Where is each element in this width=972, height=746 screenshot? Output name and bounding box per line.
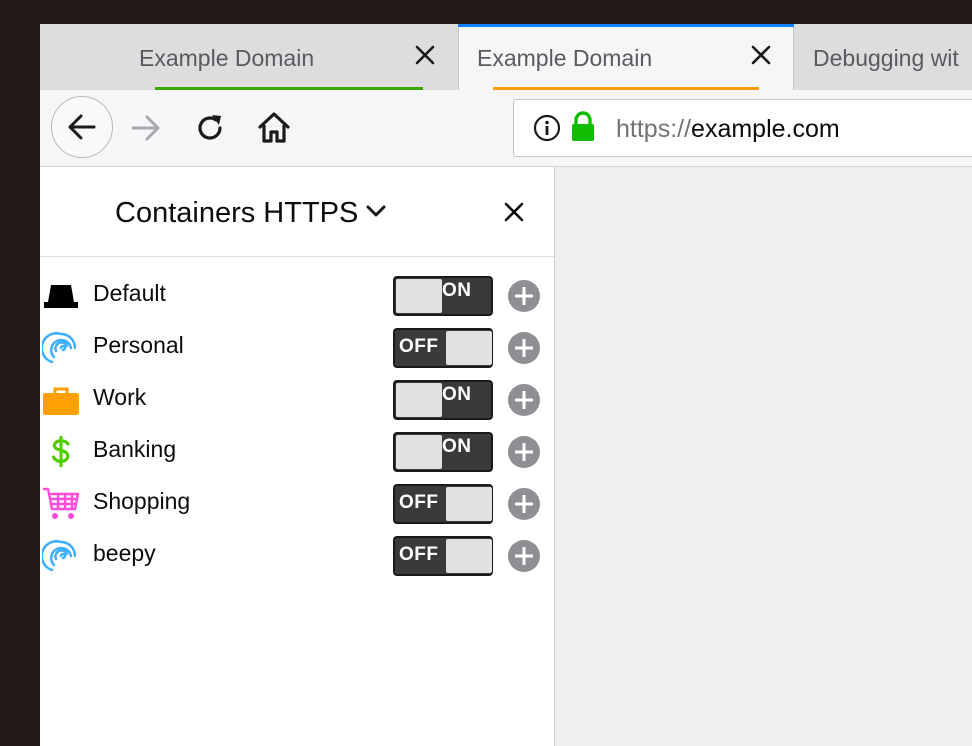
container-name: beepy <box>93 540 156 566</box>
tab-example-domain-1[interactable]: Example Domain <box>40 24 458 90</box>
add-button[interactable] <box>508 488 540 520</box>
container-row-shopping: Shopping OFF <box>40 477 554 529</box>
cart-icon <box>43 487 80 519</box>
add-button[interactable] <box>508 540 540 572</box>
add-button[interactable] <box>508 280 540 312</box>
container-name: Banking <box>93 436 177 462</box>
url-text[interactable]: https://example.com <box>616 115 840 144</box>
add-button[interactable] <box>508 436 540 468</box>
container-row-personal: Personal OFF <box>40 321 554 373</box>
sidebar-panel: Containers HTTPS Default ON Personal OFF… <box>40 167 555 746</box>
toggle-label: ON <box>442 436 472 457</box>
toggle-label: OFF <box>399 544 439 565</box>
toggle-label: OFF <box>399 336 439 357</box>
tab-debugging[interactable]: Debugging wit <box>794 24 972 90</box>
container-row-work: Work ON <box>40 373 554 425</box>
tab-title: Debugging wit <box>813 45 959 71</box>
container-toggle[interactable]: ON <box>393 432 493 472</box>
active-tab-highlight <box>458 24 794 27</box>
back-button[interactable] <box>51 96 113 158</box>
toggle-knob <box>396 435 442 469</box>
container-row-banking: Banking ON <box>40 425 554 477</box>
lock-icon[interactable] <box>569 111 597 143</box>
forward-arrow-icon <box>131 115 160 141</box>
reload-icon <box>198 115 222 140</box>
tab-title: Example Domain <box>139 45 315 71</box>
chevron-down-icon[interactable] <box>365 203 387 219</box>
container-toggle[interactable]: ON <box>393 276 493 316</box>
navigation-toolbar: https://example.com <box>40 90 972 167</box>
toggle-knob <box>396 279 442 313</box>
toggle-knob <box>446 539 492 573</box>
forward-button[interactable] <box>126 108 166 148</box>
close-icon[interactable] <box>412 42 438 68</box>
back-arrow-icon <box>68 114 96 140</box>
info-icon[interactable] <box>533 114 561 142</box>
toggle-knob <box>396 383 442 417</box>
fingerprint-icon <box>42 332 77 364</box>
briefcase-icon <box>43 387 79 415</box>
url-host: example.com <box>691 115 840 143</box>
close-icon[interactable] <box>502 200 526 224</box>
container-toggle[interactable]: OFF <box>393 328 493 368</box>
hat-icon <box>44 285 78 308</box>
close-icon[interactable] <box>748 42 774 68</box>
home-icon <box>258 112 290 143</box>
toggle-knob <box>446 331 492 365</box>
fingerprint-icon <box>42 540 77 572</box>
url-bar[interactable]: https://example.com <box>513 99 972 157</box>
container-toggle[interactable]: OFF <box>393 536 493 576</box>
toggle-label: ON <box>442 384 472 405</box>
browser-window: Example Domain Example Domain Debugging … <box>40 24 972 746</box>
tab-title: Example Domain <box>477 45 653 71</box>
container-name: Work <box>93 384 147 410</box>
add-button[interactable] <box>508 384 540 416</box>
toggle-label: ON <box>442 280 472 301</box>
container-name: Shopping <box>93 488 191 514</box>
sidebar-title[interactable]: Containers HTTPS <box>115 197 358 230</box>
reload-button[interactable] <box>190 108 230 148</box>
container-row-beepy: beepy OFF <box>40 529 554 581</box>
page-content-area <box>555 167 972 746</box>
tab-example-domain-2[interactable]: Example Domain <box>458 24 794 91</box>
container-toggle[interactable]: ON <box>393 380 493 420</box>
container-name: Default <box>93 280 166 306</box>
sidebar-header: Containers HTTPS <box>40 167 554 257</box>
toggle-knob <box>446 487 492 521</box>
container-name: Personal <box>93 332 184 358</box>
dollar-icon <box>51 436 70 467</box>
container-row-default: Default ON <box>40 269 554 321</box>
container-toggle[interactable]: OFF <box>393 484 493 524</box>
url-scheme: https:// <box>616 115 692 143</box>
toggle-label: OFF <box>399 492 439 513</box>
tab-strip: Example Domain Example Domain Debugging … <box>40 24 972 91</box>
add-button[interactable] <box>508 332 540 364</box>
home-button[interactable] <box>254 108 294 148</box>
